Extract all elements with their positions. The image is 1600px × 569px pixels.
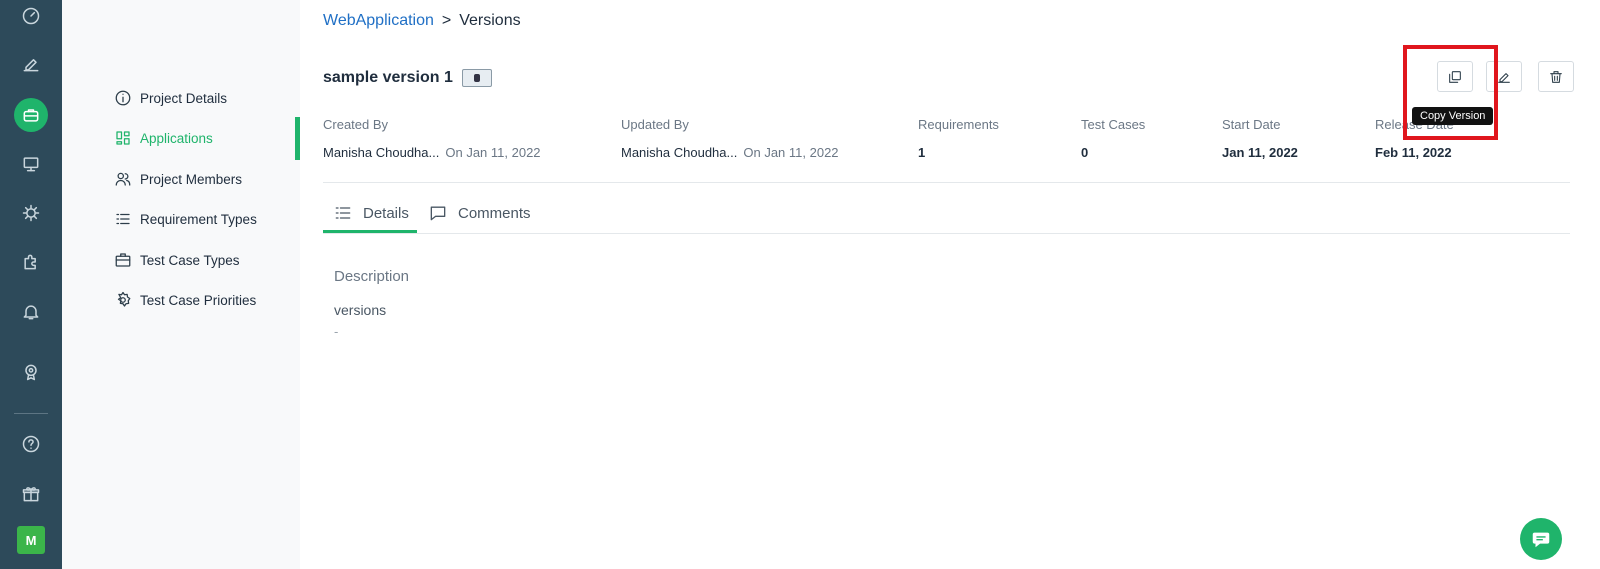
project-settings-nav <box>62 0 300 569</box>
gift-icon[interactable] <box>15 478 47 510</box>
description-value: versions <box>334 302 387 318</box>
badge-icon[interactable] <box>15 356 47 388</box>
active-nav-indicator <box>295 117 300 160</box>
start-date-value: Jan 11, 2022 <box>1222 145 1298 160</box>
pencil-icon <box>1498 72 1510 83</box>
nav-item-label: Project Members <box>140 171 243 187</box>
tab-details[interactable]: Details <box>333 193 409 233</box>
empty-value: - <box>334 324 339 339</box>
updated-by-label: Updated By <box>621 117 689 132</box>
nav-item-project-members[interactable]: Project Members <box>114 168 242 190</box>
chat-widget-button[interactable] <box>1520 518 1562 560</box>
test-cases-count[interactable]: 0 <box>1081 145 1088 160</box>
grid-icon <box>116 131 130 145</box>
pencil-icon[interactable] <box>15 48 47 80</box>
nav-item-label: Test Case Types <box>140 252 240 268</box>
breadcrumb-separator: > <box>441 12 452 29</box>
start-date-label: Start Date <box>1222 117 1281 132</box>
tabs-divider <box>323 233 1570 234</box>
comment-icon <box>430 206 446 221</box>
user-avatar[interactable]: M <box>17 526 45 554</box>
description-label: Description <box>334 268 410 285</box>
breadcrumb-parent-link[interactable]: WebApplication <box>323 12 434 30</box>
created-by-value: Manisha Choudha... On Jan 11, 2022 <box>323 145 541 160</box>
requirements-count[interactable]: 1 <box>918 145 925 160</box>
section-divider <box>323 182 1570 183</box>
info-icon <box>115 90 131 106</box>
puzzle-icon[interactable] <box>15 246 47 278</box>
nav-item-label: Requirement Types <box>140 211 257 227</box>
release-date-value: Feb 11, 2022 <box>1375 145 1452 160</box>
updated-by-value: Manisha Choudha... On Jan 11, 2022 <box>621 145 839 160</box>
bell-icon[interactable] <box>15 296 47 328</box>
trash-icon <box>1550 70 1562 83</box>
chat-icon <box>1532 532 1550 548</box>
nav-item-label: Test Case Priorities <box>140 292 257 308</box>
tab-comments[interactable]: Comments <box>428 193 531 233</box>
breadcrumb: WebApplication > Versions <box>323 12 521 30</box>
nav-item-label: Project Details <box>140 90 228 106</box>
updated-on-date: On Jan 11, 2022 <box>743 145 839 160</box>
nav-item-requirement-types[interactable]: Requirement Types <box>114 208 257 230</box>
bug-gear-icon[interactable] <box>15 197 47 229</box>
list-icon <box>116 213 130 225</box>
copy-version-tooltip: Copy Version <box>1412 107 1494 125</box>
nav-item-test-case-priorities[interactable]: Test Case Priorities <box>114 289 256 311</box>
test-cases-label: Test Cases <box>1081 117 1146 132</box>
updated-by-name: Manisha Choudha... <box>621 145 738 160</box>
dashboard-icon[interactable] <box>15 0 47 32</box>
created-by-label: Created By <box>323 117 389 132</box>
breadcrumb-current: Versions <box>459 12 521 29</box>
requirements-label: Requirements <box>918 117 999 132</box>
briefcase-icon <box>115 253 131 267</box>
nav-item-label: Applications <box>140 130 213 146</box>
tab-details-label: Details <box>363 204 409 222</box>
users-icon <box>115 172 131 186</box>
version-title: sample version 1 <box>323 69 453 86</box>
briefcase-icon[interactable] <box>14 98 48 132</box>
highlight-box <box>1403 45 1498 140</box>
gear-icon <box>117 291 131 307</box>
list-icon <box>335 207 351 219</box>
nav-item-test-case-types[interactable]: Test Case Types <box>114 249 240 271</box>
left-icon-rail: M <box>0 0 62 569</box>
version-thumbnail[interactable] <box>462 69 492 87</box>
delete-version-button[interactable] <box>1538 61 1574 92</box>
tab-comments-label: Comments <box>458 204 531 222</box>
rail-divider <box>14 413 48 414</box>
nav-item-applications[interactable]: Applications <box>114 127 213 149</box>
monitor-icon[interactable] <box>15 148 47 180</box>
created-by-name: Manisha Choudha... <box>323 145 440 160</box>
help-icon[interactable] <box>15 428 47 460</box>
created-on-date: On Jan 11, 2022 <box>445 145 541 160</box>
nav-item-project-details[interactable]: Project Details <box>114 87 227 109</box>
